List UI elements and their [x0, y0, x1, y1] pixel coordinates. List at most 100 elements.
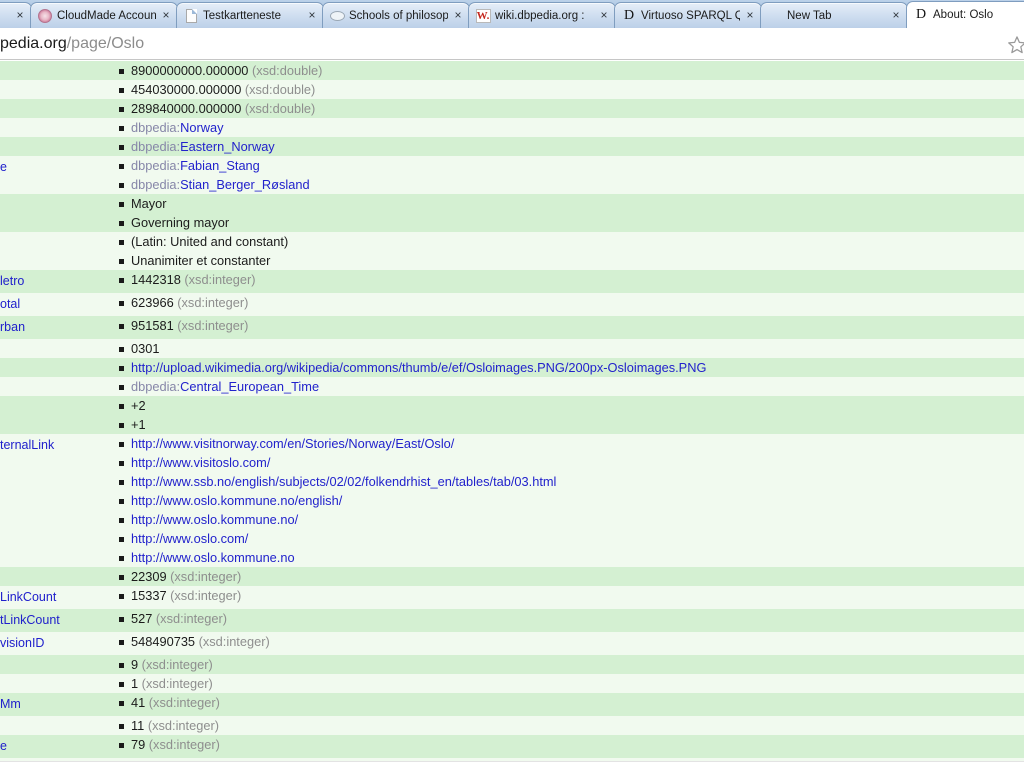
list-item: 1442318 (xsd:integer) [117, 270, 1024, 289]
bookmark-star-icon[interactable] [1004, 33, 1024, 57]
property-label[interactable] [0, 674, 103, 678]
literal-value: 0301 [131, 341, 160, 356]
tab-4[interactable]: W. wiki.dbpedia.org : × [468, 2, 616, 28]
list-item[interactable]: http://www.visitoslo.com/ [117, 453, 1024, 472]
tab-5[interactable]: D Virtuoso SPARQL Q × [614, 2, 762, 28]
property-values: (Latin: United and constant) Unanimiter e… [103, 232, 1024, 270]
list-item[interactable]: dbpedia:Stian_Berger_Røsland [117, 175, 1024, 194]
table-row: 22309 (xsd:integer) [0, 567, 1024, 586]
tab-title: CloudMade Accoun [57, 9, 156, 22]
resource-link[interactable]: http://www.oslo.kommune.no/ [131, 512, 298, 527]
property-label[interactable] [0, 232, 103, 236]
property-values: 1 (xsd:integer) [103, 674, 1024, 693]
tab-active[interactable]: D About: Oslo [906, 1, 1024, 28]
list-item[interactable]: http://www.oslo.kommune.no/ [117, 510, 1024, 529]
property-label[interactable]: ternalLink [0, 434, 103, 457]
property-label[interactable] [0, 396, 103, 400]
tab-close-icon[interactable]: × [743, 8, 757, 23]
url-host: pedia.org [0, 34, 67, 52]
property-label[interactable]: rban [0, 316, 103, 339]
property-label[interactable] [0, 567, 103, 571]
namespace-prefix: dbpedia: [131, 158, 181, 173]
url-text[interactable]: pedia.org/page/Oslo [0, 35, 144, 53]
property-label[interactable] [0, 194, 103, 198]
resource-link[interactable]: http://www.visitnorway.com/en/Stories/No… [131, 436, 454, 451]
datatype-annotation: (xsd:integer) [173, 295, 249, 310]
tab-close-icon[interactable]: × [451, 8, 465, 23]
resource-link[interactable]: Central_European_Time [180, 379, 319, 394]
property-label[interactable]: e [0, 735, 103, 758]
property-label[interactable]: visionID [0, 632, 103, 655]
tab-0[interactable]: × [0, 2, 32, 28]
property-values: 527 (xsd:integer) [103, 609, 1024, 628]
datatype-annotation: (xsd:double) [241, 82, 316, 97]
resource-link[interactable]: http://www.ssb.no/english/subjects/02/02… [131, 474, 556, 489]
property-label[interactable] [0, 80, 103, 84]
property-label[interactable]: Mm [0, 693, 103, 716]
value-list: Mayor Governing mayor [103, 194, 1024, 232]
literal-value: 11 [131, 718, 145, 733]
list-item[interactable]: http://www.visitnorway.com/en/Stories/No… [117, 434, 1024, 453]
datatype-annotation: (xsd:integer) [138, 657, 213, 672]
property-label[interactable]: LinkCount [0, 586, 103, 609]
property-label[interactable] [0, 716, 103, 720]
property-values: http://www.visitnorway.com/en/Stories/No… [103, 434, 1024, 567]
resource-link[interactable]: Stian_Berger_Røsland [180, 177, 309, 192]
tab-close-icon[interactable]: × [597, 8, 611, 23]
resource-link[interactable]: Eastern_Norway [180, 139, 275, 154]
property-label[interactable] [0, 137, 103, 141]
list-item: 41 (xsd:integer) [117, 693, 1024, 712]
literal-value: 79 [131, 737, 146, 752]
tab-2[interactable]: Testkartteneste × [176, 2, 324, 28]
property-label[interactable]: letro [0, 270, 103, 293]
property-label[interactable] [0, 377, 103, 381]
resource-link[interactable]: http://www.oslo.kommune.no [131, 550, 295, 565]
resource-link[interactable]: http://upload.wikimedia.org/wikipedia/co… [131, 360, 706, 375]
list-item: Mayor [117, 194, 1024, 213]
property-label[interactable]: tLinkCount [0, 609, 103, 632]
tab-title: New Tab [787, 9, 832, 22]
resource-link[interactable]: http://www.visitoslo.com/ [131, 455, 270, 470]
resource-link[interactable]: Fabian_Stang [180, 158, 260, 173]
list-item[interactable]: http://www.oslo.kommune.no/english/ [117, 491, 1024, 510]
property-label[interactable] [0, 655, 103, 659]
tab-close-icon[interactable]: × [13, 8, 27, 23]
resource-link[interactable]: Norway [180, 120, 223, 135]
value-list: dbpedia:Norway [103, 118, 1024, 137]
tab-close-icon[interactable]: × [159, 8, 173, 23]
list-item[interactable]: http://upload.wikimedia.org/wikipedia/co… [117, 358, 1024, 377]
literal-value: +1 [131, 417, 146, 432]
value-list: http://upload.wikimedia.org/wikipedia/co… [103, 358, 1024, 377]
tab-1[interactable]: CloudMade Accoun × [30, 2, 178, 28]
list-item[interactable]: dbpedia:Eastern_Norway [117, 137, 1024, 156]
property-label[interactable]: e [0, 156, 103, 179]
property-label[interactable] [0, 99, 103, 103]
table-row: otal 623966 (xsd:integer) [0, 293, 1024, 316]
resource-link[interactable]: http://www.oslo.com/ [131, 531, 248, 546]
table-row: letro 1442318 (xsd:integer) [0, 270, 1024, 293]
property-label[interactable]: otal [0, 293, 103, 316]
tab-close-icon[interactable]: × [305, 8, 319, 23]
list-item: (Latin: United and constant) [117, 232, 1024, 251]
value-list: 289840000.000000 (xsd:double) [103, 99, 1024, 118]
property-values: dbpedia:Norway [103, 118, 1024, 137]
property-label[interactable] [0, 118, 103, 122]
list-item[interactable]: http://www.ssb.no/english/subjects/02/02… [117, 472, 1024, 491]
list-item[interactable]: dbpedia:Fabian_Stang [117, 156, 1024, 175]
property-values: 548490735 (xsd:integer) [103, 632, 1024, 651]
datatype-annotation: (xsd:integer) [152, 611, 228, 626]
property-label[interactable] [0, 358, 103, 362]
list-item: +2 [117, 396, 1024, 415]
property-label[interactable] [0, 339, 103, 343]
tab-close-icon[interactable]: × [889, 8, 903, 23]
tab-3[interactable]: Schools of philosop × [322, 2, 470, 28]
list-item[interactable]: dbpedia:Central_European_Time [117, 377, 1024, 396]
address-bar[interactable]: pedia.org/page/Oslo [0, 28, 1024, 60]
tab-6[interactable]: New Tab × [760, 2, 908, 28]
list-item[interactable]: http://www.oslo.kommune.no [117, 548, 1024, 567]
datatype-annotation: (xsd:integer) [166, 588, 242, 603]
list-item[interactable]: http://www.oslo.com/ [117, 529, 1024, 548]
property-label[interactable] [0, 61, 103, 65]
resource-link[interactable]: http://www.oslo.kommune.no/english/ [131, 493, 342, 508]
list-item[interactable]: dbpedia:Norway [117, 118, 1024, 137]
